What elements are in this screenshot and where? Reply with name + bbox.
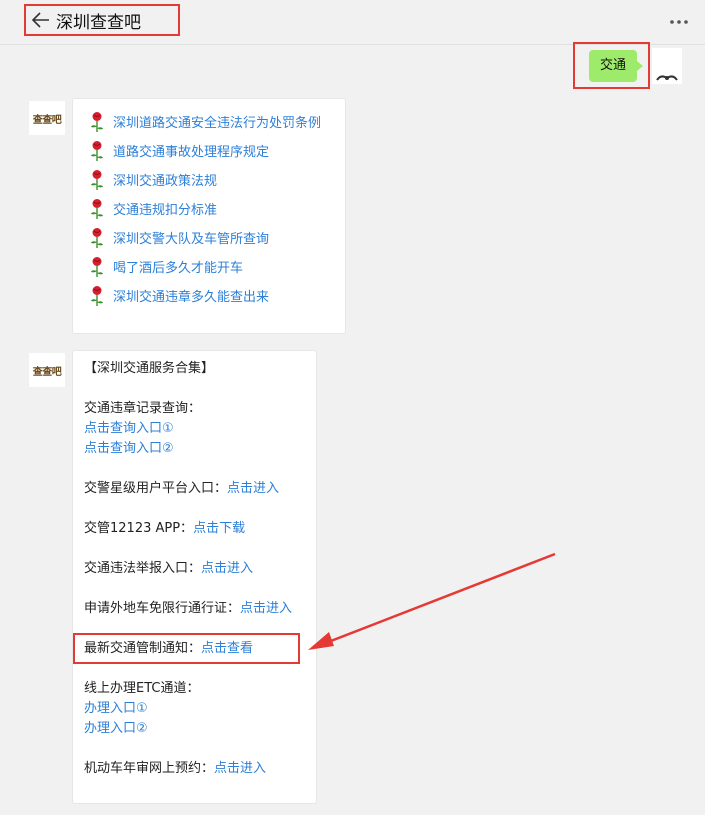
menu-item[interactable]: 深圳交警大队及车管所查询 bbox=[87, 223, 345, 252]
menu-item[interactable]: 深圳道路交通安全违法行为处罚条例 bbox=[87, 107, 345, 136]
rose-icon bbox=[87, 227, 107, 249]
rose-icon bbox=[87, 198, 107, 220]
back-arrow-icon[interactable] bbox=[26, 6, 56, 34]
latest-notice-label: 最新交通管制通知： bbox=[84, 641, 202, 656]
police-platform-label: 交警星级用户平台入口： bbox=[84, 481, 228, 496]
menu-item-label[interactable]: 喝了酒后多久才能开车 bbox=[113, 257, 243, 276]
user-message-bubble: 交通 bbox=[589, 50, 644, 82]
report-label: 交通违法举报入口： bbox=[84, 561, 202, 576]
message-bubble-links: 深圳道路交通安全违法行为处罚条例 道路交通事故处理程序规定 深圳交通政策法规 交通违规… bbox=[72, 98, 346, 334]
menu-item-label[interactable]: 深圳道路交通安全违法行为处罚条例 bbox=[113, 112, 321, 131]
police-platform-link[interactable]: 点击进入 bbox=[227, 481, 279, 496]
user-avatar[interactable] bbox=[652, 48, 682, 84]
menu-item-label[interactable]: 深圳交通政策法规 bbox=[113, 170, 217, 189]
menu-item[interactable]: 喝了酒后多久才能开车 bbox=[87, 252, 345, 281]
violation-query-link-2[interactable]: 点击查询入口② bbox=[84, 439, 306, 459]
services-heading: 【深圳交通服务合集】 bbox=[84, 361, 215, 376]
etc-link-1[interactable]: 办理入口① bbox=[84, 699, 306, 719]
rose-icon bbox=[87, 256, 107, 278]
menu-item-label[interactable]: 深圳交通违章多久能查出来 bbox=[113, 286, 269, 305]
etc-label: 线上办理ETC通道： bbox=[84, 681, 200, 696]
rose-icon bbox=[87, 111, 107, 133]
menu-item[interactable]: 交通违规扣分标准 bbox=[87, 194, 345, 223]
page-title: 深圳查查吧 bbox=[56, 12, 141, 33]
menu-item[interactable]: 深圳交通政策法规 bbox=[87, 165, 345, 194]
violation-query-link-1[interactable]: 点击查询入口① bbox=[84, 419, 306, 439]
rose-icon bbox=[87, 140, 107, 162]
message-bubble-services: 【深圳交通服务合集】 交通违章记录查询： 点击查询入口① 点击查询入口② 交警星… bbox=[72, 350, 317, 804]
report-link[interactable]: 点击进入 bbox=[201, 561, 253, 576]
violation-query-label: 交通违章记录查询： bbox=[84, 401, 202, 416]
menu-item[interactable]: 道路交通事故处理程序规定 bbox=[87, 136, 345, 165]
bot-avatar[interactable]: 查查吧 bbox=[29, 353, 65, 387]
app-12123-label: 交管12123 APP： bbox=[84, 521, 194, 536]
menu-item-label[interactable]: 深圳交警大队及车管所查询 bbox=[113, 228, 269, 247]
nonlocal-pass-label: 申请外地车免限行通行证： bbox=[84, 601, 241, 616]
top-bar: 深圳查查吧 bbox=[0, 0, 705, 45]
menu-item-label[interactable]: 交通违规扣分标准 bbox=[113, 199, 217, 218]
nonlocal-pass-link[interactable]: 点击进入 bbox=[240, 601, 292, 616]
menu-item[interactable]: 深圳交通违章多久能查出来 bbox=[87, 281, 345, 310]
inspection-label: 机动车年审网上预约： bbox=[84, 761, 215, 776]
latest-notice-link[interactable]: 点击查看 bbox=[201, 641, 253, 656]
menu-item-label[interactable]: 道路交通事故处理程序规定 bbox=[113, 141, 269, 160]
title-highlight: 深圳查查吧 bbox=[24, 4, 180, 36]
app-12123-download-link[interactable]: 点击下载 bbox=[193, 521, 245, 536]
more-dots-icon[interactable] bbox=[665, 8, 693, 36]
etc-link-2[interactable]: 办理入口② bbox=[84, 719, 306, 739]
inspection-link[interactable]: 点击进入 bbox=[214, 761, 266, 776]
rose-icon bbox=[87, 169, 107, 191]
rose-icon bbox=[87, 285, 107, 307]
bot-avatar[interactable]: 查查吧 bbox=[29, 101, 65, 135]
